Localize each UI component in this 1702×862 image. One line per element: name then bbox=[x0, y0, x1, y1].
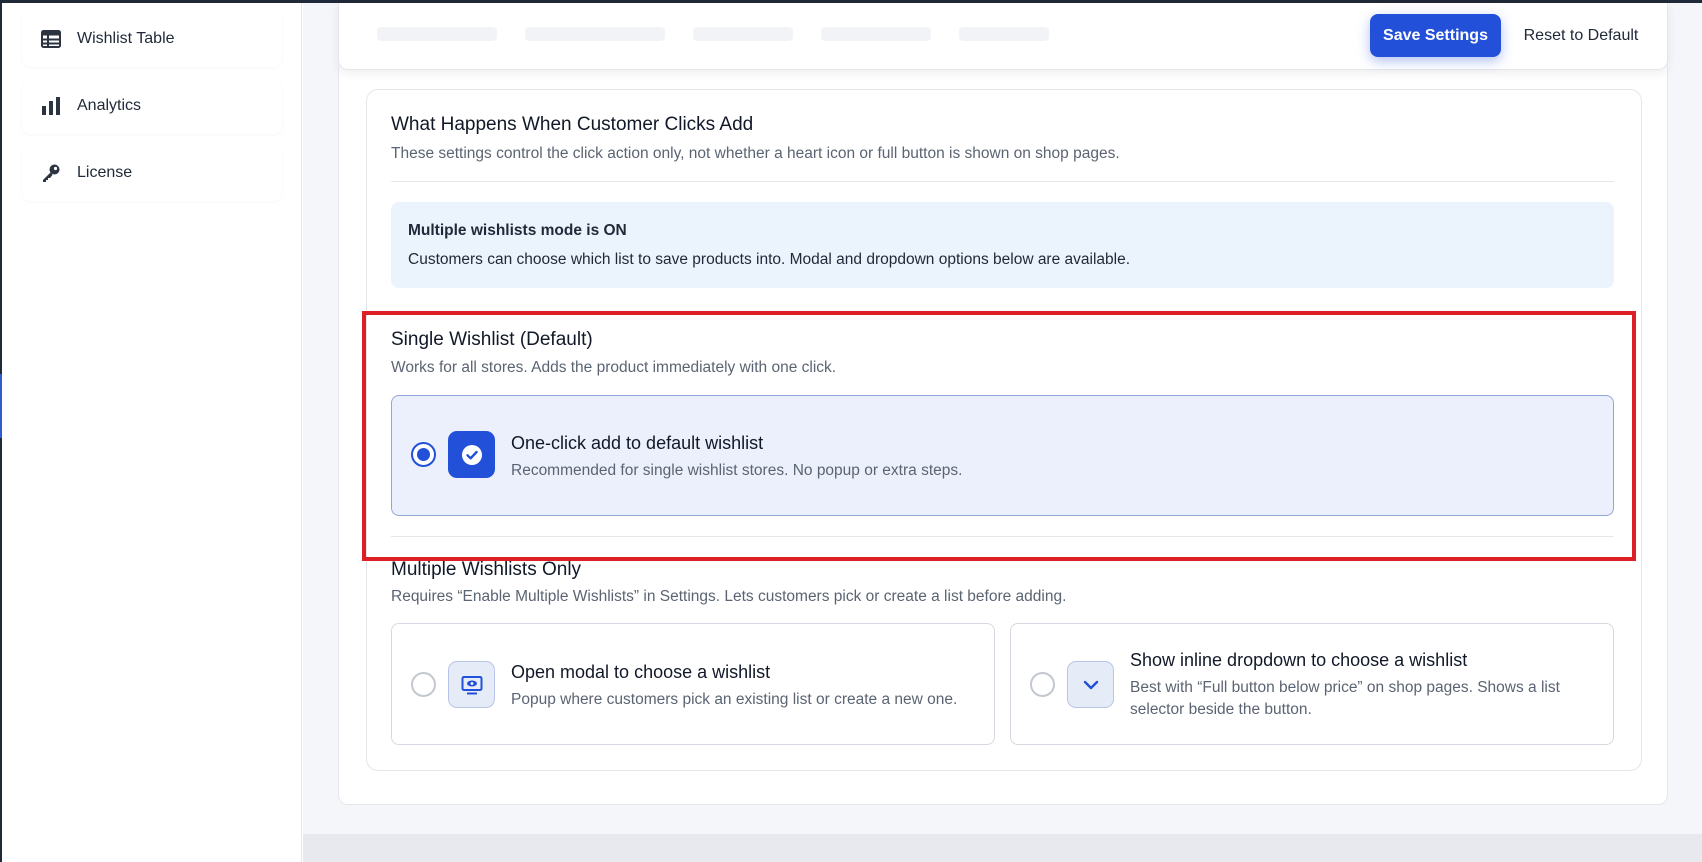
option-description-line-1: Best with “Full button below price” on s… bbox=[1130, 679, 1560, 696]
tab-placeholder bbox=[821, 27, 931, 41]
multiple-mode-notice: Multiple wishlists mode is ON Customers … bbox=[391, 202, 1614, 288]
single-wishlist-description: Works for all stores. Adds the product i… bbox=[391, 359, 837, 376]
sidebar-item-label: Analytics bbox=[77, 97, 142, 114]
option-inline-dropdown[interactable]: Show inline dropdown to choose a wishlis… bbox=[1010, 623, 1614, 745]
single-wishlist-title: Single Wishlist (Default) bbox=[391, 329, 593, 350]
sidebar-item-label: Wishlist Table bbox=[77, 30, 175, 47]
save-settings-button[interactable]: Save Settings bbox=[1370, 14, 1501, 57]
sidebar-item-license[interactable]: License bbox=[22, 145, 282, 201]
multiple-wishlists-description: Requires “Enable Multiple Wishlists” in … bbox=[391, 588, 1067, 605]
tab-placeholder bbox=[377, 27, 497, 41]
sidebar: Wishlist Table Analytics License bbox=[2, 3, 302, 862]
radio-one-click-add[interactable] bbox=[411, 442, 436, 467]
option-title: Show inline dropdown to choose a wishlis… bbox=[1130, 650, 1468, 670]
tab-bar bbox=[377, 27, 1049, 41]
radio-open-modal[interactable] bbox=[411, 672, 436, 697]
notice-text: Customers can choose which list to save … bbox=[408, 251, 1131, 268]
tab-placeholder bbox=[693, 27, 793, 41]
key-icon bbox=[40, 162, 62, 184]
bar-chart-icon bbox=[40, 95, 62, 117]
divider bbox=[391, 181, 1614, 182]
footer-strip bbox=[303, 834, 1702, 862]
section-title: What Happens When Customer Clicks Add bbox=[391, 114, 754, 135]
sidebar-item-analytics[interactable]: Analytics bbox=[22, 78, 282, 134]
sidebar-item-wishlist-table[interactable]: Wishlist Table bbox=[22, 11, 282, 67]
notice-title: Multiple wishlists mode is ON bbox=[408, 222, 627, 239]
option-title: One-click add to default wishlist bbox=[511, 433, 764, 453]
sidebar-item-label: License bbox=[77, 164, 133, 181]
tab-placeholder bbox=[525, 27, 665, 41]
radio-inline-dropdown[interactable] bbox=[1030, 672, 1055, 697]
multiple-wishlists-title: Multiple Wishlists Only bbox=[391, 559, 582, 580]
check-circle-icon bbox=[448, 431, 495, 478]
tab-placeholder bbox=[959, 27, 1049, 41]
table-icon bbox=[40, 28, 62, 50]
reset-to-default-button[interactable]: Reset to Default bbox=[1511, 14, 1651, 57]
option-one-click-add[interactable]: One-click add to default wishlist Recomm… bbox=[391, 395, 1614, 516]
chevron-down-icon bbox=[1067, 661, 1114, 708]
option-title: Open modal to choose a wishlist bbox=[511, 662, 771, 682]
option-description-line-2: selector beside the button. bbox=[1130, 701, 1312, 718]
modal-icon bbox=[448, 661, 495, 708]
divider bbox=[391, 536, 1614, 537]
section-description: These settings control the click action … bbox=[391, 145, 1120, 162]
option-description: Popup where customers pick an existing l… bbox=[511, 691, 958, 708]
option-description: Recommended for single wishlist stores. … bbox=[511, 462, 963, 479]
option-open-modal[interactable]: Open modal to choose a wishlist Popup wh… bbox=[391, 623, 995, 745]
settings-toolbar: Save Settings Reset to Default bbox=[338, 3, 1668, 70]
